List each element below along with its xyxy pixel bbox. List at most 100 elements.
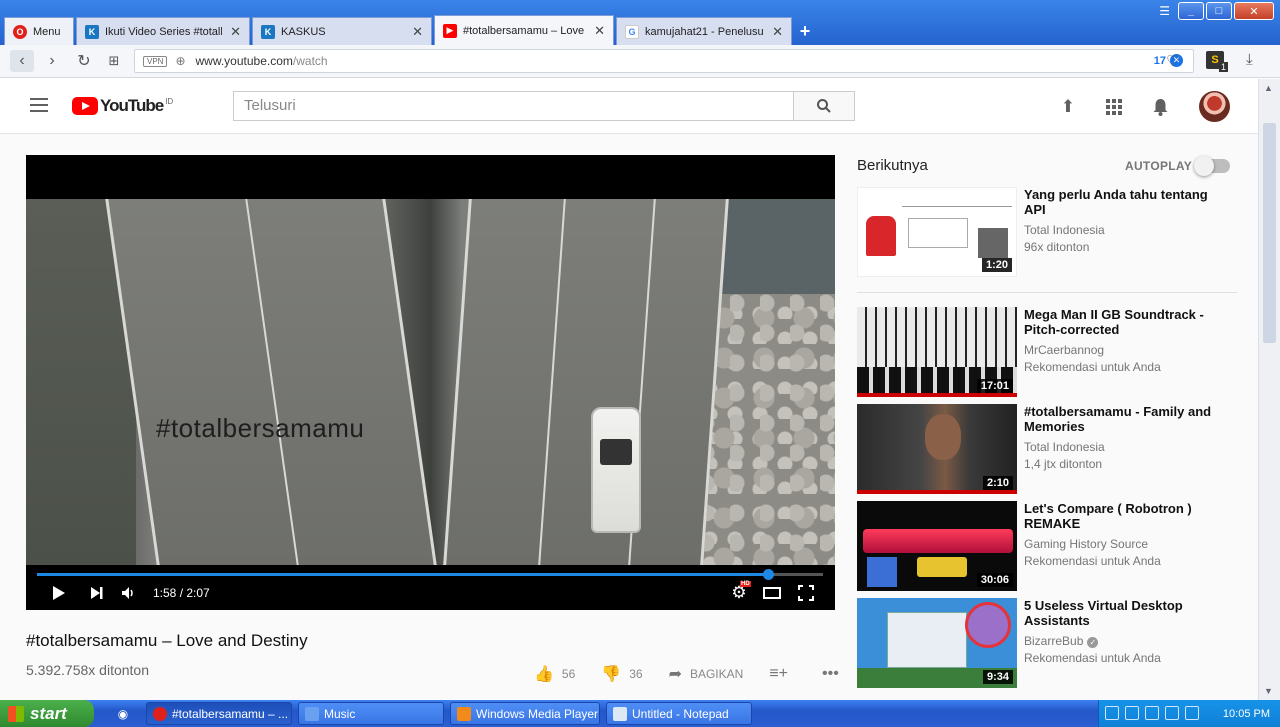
recommended-video[interactable]: 9:34 5 Useless Virtual Desktop Assistant… — [857, 598, 1237, 688]
tray-expand-icon[interactable] — [1105, 706, 1119, 720]
video-frame[interactable]: #totalbersamamu — [26, 199, 835, 565]
tab-close-icon[interactable]: ✕ — [412, 24, 423, 40]
settings-button[interactable]: ⚙ HD — [728, 581, 751, 603]
video-duration: 9:34 — [982, 670, 1013, 684]
channel-name[interactable]: MrCaerbannog — [1024, 343, 1104, 357]
channel-name[interactable]: BizarreBub ✓ — [1024, 634, 1099, 648]
video-duration: 30:06 — [976, 573, 1013, 587]
window-controls: _ □ ✕ — [1178, 2, 1274, 20]
up-next-separator — [857, 292, 1237, 293]
notifications-bell-icon[interactable] — [1150, 97, 1170, 117]
channel-name[interactable]: Total Indonesia — [1024, 223, 1105, 237]
video-duration: 1:20 — [981, 258, 1012, 272]
hamburger-menu-icon[interactable] — [30, 98, 48, 112]
start-button[interactable]: start — [0, 700, 94, 727]
page-scrollbar[interactable]: ▲ ▼ — [1258, 79, 1280, 700]
video-thumbnail[interactable]: 9:34 — [857, 598, 1017, 688]
bookmark-heart-icon[interactable]: ♡ — [1166, 52, 1179, 70]
address-field[interactable]: VPN ⊕ www.youtube.com/watch 17 ✕ — [134, 49, 1194, 73]
video-title[interactable]: Let's Compare ( Robotron ) REMAKE — [1024, 501, 1224, 531]
opera-icon — [153, 706, 167, 721]
discord-quicklaunch-icon[interactable]: ◉ — [106, 702, 140, 725]
url-path: /watch — [292, 54, 328, 68]
opera-logo-icon: O — [13, 24, 27, 39]
tab-kaskus[interactable]: K KASKUS ✕ — [252, 17, 432, 45]
youtube-favicon-icon: ▶ — [443, 23, 457, 38]
video-thumbnail[interactable]: 30:06 — [857, 501, 1017, 591]
video-title[interactable]: Yang perlu Anda tahu tentang API — [1024, 187, 1224, 217]
tab-close-icon[interactable]: ✕ — [594, 23, 605, 39]
fullscreen-button[interactable] — [796, 583, 816, 603]
tab-close-icon[interactable]: ✕ — [772, 24, 783, 40]
volume-button[interactable] — [120, 583, 138, 603]
video-title[interactable]: Mega Man II GB Soundtrack - Pitch-correc… — [1024, 307, 1224, 337]
tab-close-icon[interactable]: ✕ — [230, 24, 241, 40]
tab-kaskus-video[interactable]: K Ikuti Video Series #totalbersamamu ✕ — [76, 17, 250, 45]
video-title[interactable]: #totalbersamamu - Family and Memories — [1024, 404, 1224, 434]
seek-bar[interactable] — [37, 569, 823, 580]
taskbar-button-opera[interactable]: #totalbersamamu – ... — [146, 702, 292, 725]
video-thumbnail[interactable]: 17:01 — [857, 307, 1017, 397]
address-toolbar: ‹ › ↻ ⊞ VPN ⊕ www.youtube.com/watch 17 ✕… — [0, 45, 1280, 78]
taskbar-button-media-player[interactable]: Windows Media Player — [450, 702, 600, 725]
search-input[interactable]: Telusuri — [233, 91, 794, 121]
more-actions-button[interactable]: ••• — [822, 665, 847, 683]
play-button[interactable] — [50, 583, 68, 603]
tray-network-icon[interactable] — [1165, 706, 1179, 720]
video-player[interactable]: #totalbersamamu 1:58 / 2:07 ⚙ HD — [26, 155, 835, 610]
next-button[interactable] — [88, 583, 106, 603]
close-window-button[interactable]: ✕ — [1234, 2, 1274, 20]
window-options-icon[interactable]: ☰ — [1159, 4, 1170, 18]
video-scene-road-left — [105, 199, 437, 565]
recommended-video[interactable]: 1:20 Yang perlu Anda tahu tentang API To… — [857, 187, 1237, 277]
vpn-badge[interactable]: VPN — [143, 55, 168, 67]
video-thumbnail[interactable]: 1:20 — [857, 187, 1017, 277]
share-button[interactable]: ➦ BAGIKAN — [669, 664, 744, 684]
youtube-page: YouTube ID Telusuri ⬆ #totalbersamamu 1:… — [0, 79, 1258, 700]
speed-dial-icon[interactable]: ⊞ — [102, 50, 126, 72]
channel-name[interactable]: Total Indonesia — [1024, 440, 1105, 454]
forward-button[interactable]: › — [40, 50, 64, 72]
search-icon — [817, 99, 831, 113]
back-button[interactable]: ‹ — [10, 50, 34, 72]
youtube-play-icon — [72, 97, 98, 115]
taskbar-button-notepad[interactable]: Untitled - Notepad — [606, 702, 752, 725]
search-button[interactable] — [793, 91, 855, 121]
autoplay-toggle[interactable] — [1194, 156, 1230, 176]
recommended-video[interactable]: 30:06 Let's Compare ( Robotron ) REMAKE … — [857, 501, 1237, 591]
account-avatar[interactable] — [1199, 91, 1230, 122]
new-tab-button[interactable]: + — [794, 17, 816, 45]
taskbar-button-label: Untitled - Notepad — [632, 706, 729, 721]
recommended-video[interactable]: 2:10 #totalbersamamu - Family and Memori… — [857, 404, 1237, 494]
channel-name[interactable]: Gaming History Source — [1024, 537, 1148, 551]
scroll-down-arrow-icon[interactable]: ▼ — [1264, 686, 1273, 696]
tray-volume-icon[interactable] — [1185, 706, 1199, 720]
taskbar-button-music[interactable]: Music — [298, 702, 444, 725]
opera-menu-button[interactable]: O Menu — [4, 17, 74, 45]
scrollbar-thumb[interactable] — [1263, 123, 1276, 343]
tab-google[interactable]: G kamujahat21 - Penelusuran Google ✕ — [616, 17, 792, 45]
hd-badge: HD — [740, 581, 751, 587]
video-title[interactable]: 5 Useless Virtual Desktop Assistants — [1024, 598, 1224, 628]
kaskus-favicon-icon: K — [85, 24, 99, 39]
reload-button[interactable]: ↻ — [72, 50, 96, 72]
minimize-button[interactable]: _ — [1178, 2, 1204, 20]
youtube-logo[interactable]: YouTube ID — [72, 96, 173, 116]
tray-security-icon[interactable] — [1145, 706, 1159, 720]
video-thumbnail[interactable]: 2:10 — [857, 404, 1017, 494]
apps-grid-icon[interactable] — [1104, 97, 1124, 117]
tray-flag-icon[interactable] — [1125, 706, 1139, 720]
tab-youtube-active[interactable]: ▶ #totalbersamamu – Love and Destiny ✕ — [434, 15, 614, 45]
add-to-playlist-button[interactable]: ≡+ — [769, 665, 796, 683]
seek-bar-handle[interactable] — [762, 569, 774, 580]
maximize-button[interactable]: □ — [1206, 2, 1232, 20]
recommended-video[interactable]: 17:01 Mega Man II GB Soundtrack - Pitch-… — [857, 307, 1237, 397]
upload-icon[interactable]: ⬆ — [1058, 97, 1078, 117]
download-icon[interactable]: ⤓ — [1246, 51, 1253, 68]
clock: 10:05 PM — [1222, 707, 1270, 720]
taskbar-button-label: Windows Media Player — [476, 706, 599, 721]
dislike-button[interactable]: 👎 36 — [601, 664, 642, 684]
like-button[interactable]: 👍 56 — [534, 664, 575, 684]
scroll-up-arrow-icon[interactable]: ▲ — [1264, 83, 1273, 93]
theater-mode-button[interactable] — [762, 583, 782, 603]
